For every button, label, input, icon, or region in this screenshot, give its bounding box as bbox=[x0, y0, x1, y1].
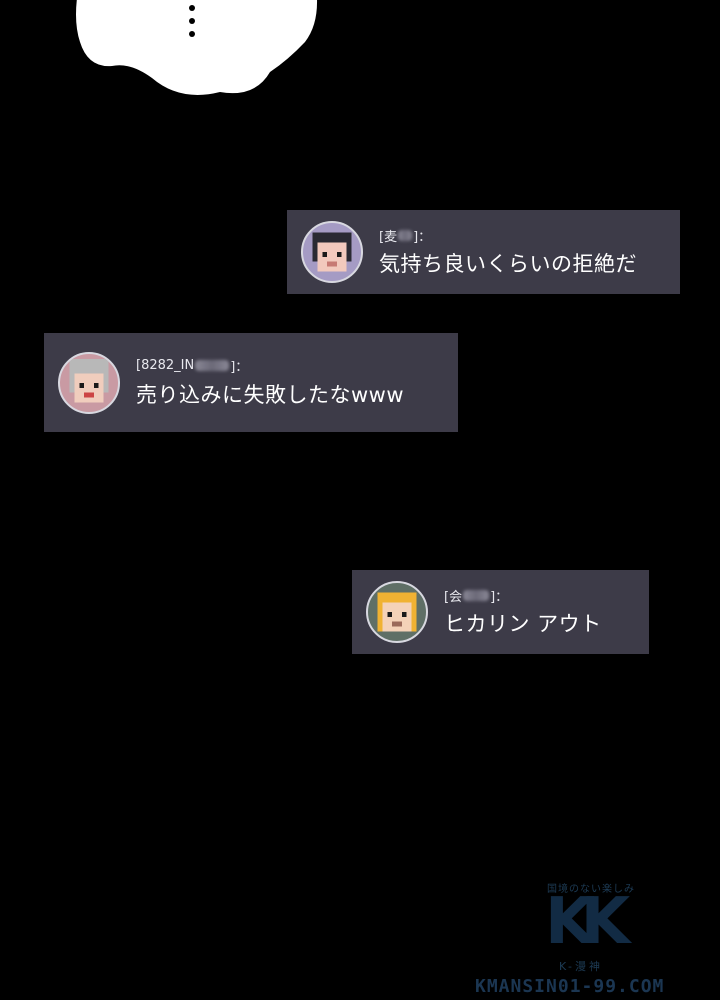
username: [会]： bbox=[444, 589, 509, 605]
username: [8282_IN]： bbox=[136, 358, 249, 375]
speech-bubble bbox=[76, 0, 317, 95]
message-text: 売り込みに失敗したなwww bbox=[136, 382, 405, 407]
username: [麦]： bbox=[379, 229, 432, 245]
watermark-subtitle: K-漫神 bbox=[559, 960, 604, 973]
avatar-gray-hair bbox=[58, 351, 120, 414]
censor-blur bbox=[195, 360, 230, 371]
watermark: 国境のない楽しみ KK K-漫神 KMANSIN01-99.COM bbox=[475, 880, 715, 997]
watermark-url: KMANSIN01-99.COM bbox=[475, 976, 665, 997]
censor-blur bbox=[398, 229, 413, 241]
watermark-logo: KK bbox=[545, 885, 630, 959]
ellipsis-dot bbox=[189, 18, 195, 24]
avatar-blonde-hair bbox=[366, 581, 428, 643]
ellipsis-dot bbox=[189, 31, 195, 37]
avatar-dark-hair bbox=[301, 221, 363, 283]
chat-message: [8282_IN]： 売り込みに失敗したなwww bbox=[44, 333, 458, 432]
message-text: 気持ち良いくらいの拒絶だ bbox=[379, 252, 637, 276]
ellipsis-dot bbox=[189, 5, 195, 11]
chat-message: [麦]： 気持ち良いくらいの拒絶だ bbox=[287, 210, 680, 294]
censor-blur bbox=[463, 589, 490, 601]
chat-message: [会]： ヒカリン アウト bbox=[352, 570, 649, 654]
message-text: ヒカリン アウト bbox=[444, 612, 602, 636]
